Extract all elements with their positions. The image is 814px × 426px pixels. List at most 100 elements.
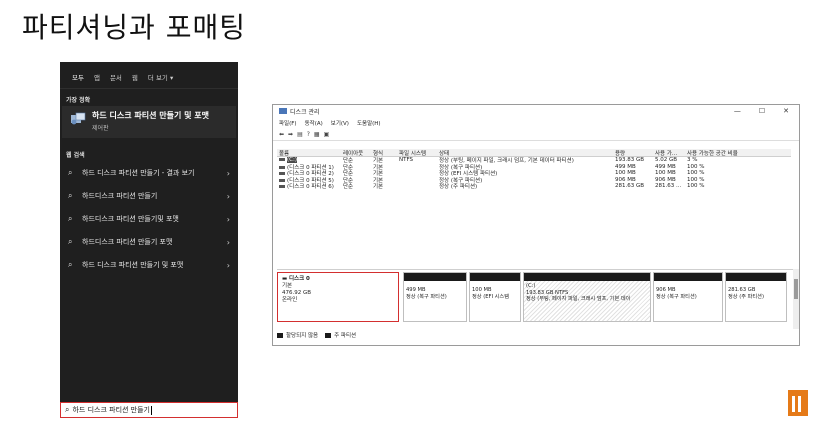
column-header[interactable]: 사용 가능한 공간 비율: [685, 149, 745, 157]
chevron-right-icon[interactable]: ›: [227, 215, 230, 224]
table-cell: 100 MB: [655, 170, 676, 177]
table-cell: 3 %: [687, 157, 698, 164]
partition-bar: [524, 273, 650, 281]
chevron-right-icon[interactable]: ›: [227, 261, 230, 270]
table-cell: 기본: [373, 184, 384, 191]
control-panel-icon: [71, 112, 86, 125]
menu-action[interactable]: 동작(A): [305, 119, 323, 127]
table-row[interactable]: (디스크 0 파티션 6) 단순 기본 정상 (주 파티션) 281.63 GB…: [277, 183, 791, 190]
minimize-button[interactable]: —: [734, 107, 741, 115]
tab-web[interactable]: 웹: [132, 72, 138, 82]
chevron-right-icon[interactable]: ›: [227, 169, 230, 178]
partition-status: 정상 (주 파티션): [728, 293, 764, 300]
tab-more[interactable]: 더 보기 ▾: [148, 72, 173, 82]
tab-all[interactable]: 모두: [72, 72, 84, 82]
partition-status: 정상 (EFI 시스템: [472, 293, 509, 300]
legend-label: 주 파티션: [334, 333, 357, 339]
table-cell: 100 %: [687, 170, 705, 177]
legend: 할당되지 않음 주 파티션: [277, 331, 356, 339]
tab-documents[interactable]: 문서: [110, 72, 122, 82]
disk-size: 476.92 GB: [282, 290, 312, 296]
properties-icon[interactable]: ▤: [297, 131, 303, 138]
table-cell: 정상 (주 파티션): [439, 184, 478, 191]
search-input[interactable]: ⌕ 하드 디스크 파티션 만들기: [60, 402, 238, 418]
table-cell: 100 MB: [615, 170, 636, 177]
close-button[interactable]: ✕: [783, 107, 789, 115]
suggestion-item[interactable]: ⌕ 하드디스크 파티션 만들기 ›: [60, 184, 238, 207]
table-cell: 499 MB: [655, 163, 676, 170]
volume-icon: [279, 185, 285, 189]
partition-status: 정상 (복구 파티션): [406, 293, 447, 300]
tab-apps[interactable]: 앱: [94, 72, 100, 82]
menu-file[interactable]: 파일(F): [279, 119, 297, 127]
column-header[interactable]: 사용 가...: [653, 149, 685, 157]
partition-block[interactable]: 281.63 GB 정상 (주 파티션): [725, 272, 787, 322]
best-match-title: 하드 디스크 파티션 만들기 및 포맷: [92, 111, 209, 120]
best-match-header: 가장 정확: [66, 97, 91, 104]
table-cell: 단순: [343, 184, 354, 191]
start-search-panel: 모두 앱 문서 웹 더 보기 ▾ 가장 정확 하드 디스크 파티션 만들기 및 …: [60, 62, 238, 418]
window-title: 디스크 관리: [290, 108, 320, 116]
partition-block[interactable]: 906 MB 정상 (복구 파티션): [653, 272, 723, 322]
search-icon: ⌕: [68, 260, 73, 269]
suggestion-label: 하드디스크 파티션 만들기 포맷: [82, 238, 173, 246]
legend-label: 할당되지 않음: [286, 333, 319, 339]
help-icon[interactable]: ?: [307, 131, 310, 138]
search-filter-tabs: 모두 앱 문서 웹 더 보기 ▾: [60, 62, 238, 89]
best-match-subtitle: 제어판: [92, 125, 109, 132]
suggestion-item[interactable]: ⌕ 하드디스크 파티션 만들기및 포맷 ›: [60, 207, 238, 230]
maximize-button[interactable]: ☐: [759, 107, 765, 115]
suggestion-item[interactable]: ⌕ 하드디스크 파티션 만들기 포맷 ›: [60, 230, 238, 253]
legend-swatch-unallocated: [277, 332, 283, 338]
volume-icon: [279, 158, 285, 162]
search-icon: ⌕: [68, 168, 73, 177]
disk-management-window: 디스크 관리 — ☐ ✕ 파일(F) 동작(A) 보기(V) 도움말(H) ⬅ …: [272, 104, 800, 346]
slide-title: 파티셔닝과 포매팅: [22, 11, 246, 44]
table-cell: 499 MB: [615, 163, 636, 170]
menu-help[interactable]: 도움말(H): [357, 119, 381, 127]
disk-name: 디스크 0: [288, 276, 310, 282]
legend-swatch-primary: [325, 332, 332, 338]
disk-status: 온라인: [282, 297, 298, 303]
volume-table: 볼륨 레이아웃 형식 파일 시스템 상태 용량 사용 가... 사용 가능한 공…: [277, 149, 791, 190]
column-header[interactable]: 볼륨: [277, 149, 341, 157]
back-icon[interactable]: ⬅: [279, 131, 284, 138]
table-cell: 193.83 GB: [615, 157, 645, 164]
best-match-result[interactable]: 하드 디스크 파티션 만들기 및 포맷 제어판: [62, 106, 236, 138]
forward-icon[interactable]: ➡: [288, 131, 293, 138]
table-cell: 100 %: [687, 183, 705, 190]
column-header[interactable]: 용량: [613, 149, 653, 157]
partition-block[interactable]: 100 MB 정상 (EFI 시스템: [469, 272, 521, 322]
search-icon: ⌕: [68, 237, 73, 246]
partition-status: 정상 (복구 파티션): [656, 293, 697, 300]
partition-bar: [470, 273, 520, 281]
suggestion-label: 하드 디스크 파티션 만들기 - 결과 보기: [82, 169, 195, 177]
partition-bar: [726, 273, 786, 281]
chevron-right-icon[interactable]: ›: [227, 192, 230, 201]
brand-logo-icon: [788, 390, 808, 416]
chevron-right-icon[interactable]: ›: [227, 238, 230, 247]
disk-info-panel[interactable]: ▬ 디스크 0 기본 476.92 GB 온라인: [277, 272, 399, 322]
suggestion-label: 하드디스크 파티션 만들기: [82, 192, 158, 200]
scrollbar-thumb[interactable]: [794, 279, 798, 299]
table-cell: 100 %: [687, 163, 705, 170]
table-cell: 5.02 GB: [655, 157, 678, 164]
menu-bar: 파일(F) 동작(A) 보기(V) 도움말(H): [273, 117, 799, 129]
suggestion-item[interactable]: ⌕ 하드 디스크 파티션 만들기 - 결과 보기 ›: [60, 161, 238, 184]
menu-view[interactable]: 보기(V): [331, 119, 349, 127]
table-cell: 281.63 GB: [615, 183, 645, 190]
suggestion-item[interactable]: ⌕ 하드 디스크 파티션 만들기 및 포맷 ›: [60, 253, 238, 276]
partition-bar: [404, 273, 466, 281]
vertical-scrollbar[interactable]: [793, 269, 799, 329]
window-titlebar[interactable]: 디스크 관리 — ☐ ✕: [273, 105, 799, 117]
search-icon: ⌕: [68, 191, 73, 200]
disk-icon[interactable]: ▦: [314, 131, 320, 138]
column-header[interactable]: 파일 시스템: [397, 149, 437, 157]
partition-block-selected[interactable]: (C:) 193.83 GB NTFS 정상 (부팅, 페이지 파일, 크래시 …: [523, 272, 651, 322]
refresh-icon[interactable]: ▣: [324, 131, 330, 138]
partition-block[interactable]: 499 MB 정상 (복구 파티션): [403, 272, 467, 322]
toolbar: ⬅ ➡ ▤ ? ▦ ▣: [273, 129, 799, 141]
web-search-header: 웹 검색: [66, 152, 85, 159]
volume-cell: (디스크 0 파티션 6): [277, 182, 341, 190]
partition-status: 정상 (부팅, 페이지 파일, 크래시 덤프, 기본 데이: [526, 296, 631, 302]
